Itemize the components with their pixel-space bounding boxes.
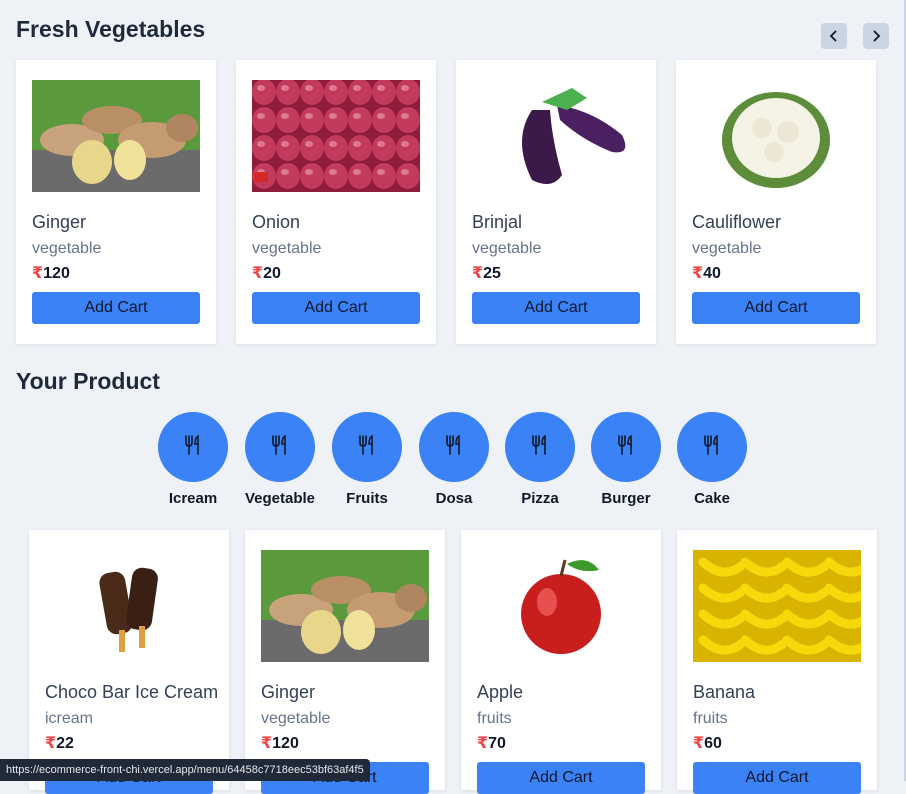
status-bar-url: https://ecommerce-front-chi.vercel.app/m… [0,759,370,781]
product-card[interactable]: Ginger vegetable ₹120 Add Cart [245,530,445,794]
product-card[interactable]: Cauliflower vegetable ₹40 Add Cart [676,60,876,344]
category-icream[interactable]: Icream [148,412,238,507]
product-name: Ginger [261,682,316,702]
product-category: vegetable [472,240,542,257]
product-category: vegetable [252,240,322,257]
product-card[interactable]: Choco Bar Ice Cream icream ₹22 Add Cart [29,530,229,794]
product-price: ₹120 [261,733,299,753]
category-circle[interactable] [505,412,575,482]
category-fruits[interactable]: Fruits [322,412,412,507]
category-label: Icream [168,490,218,507]
category-circle[interactable] [677,412,747,482]
currency-symbol: ₹ [45,735,57,752]
product-price: ₹120 [32,263,70,283]
add-cart-button[interactable]: Add Cart [472,292,640,324]
category-label: Burger [601,490,651,507]
currency-symbol: ₹ [32,265,44,282]
price-value: 40 [703,265,721,282]
currency-symbol: ₹ [472,265,484,282]
category-circle[interactable] [419,412,489,482]
product-card[interactable]: Onion vegetable ₹20 Add Cart [236,60,436,344]
product-category: vegetable [261,710,331,727]
product-image[interactable] [693,550,861,662]
product-category: fruits [477,710,512,727]
category-circle[interactable] [158,412,228,482]
category-circle[interactable] [591,412,661,482]
product-card[interactable]: Apple fruits ₹70 Add Cart [461,530,661,794]
category-label: Pizza [521,490,559,507]
category-label: Fruits [346,490,388,507]
product-image[interactable] [45,550,213,662]
product-card[interactable]: Ginger vegetable ₹120 Add Cart [16,60,216,344]
product-card[interactable]: Banana fruits ₹60 Add Cart [677,530,877,794]
product-name: Onion [252,212,301,232]
product-category: fruits [693,710,728,727]
carousel-prev-button[interactable] [821,23,847,49]
currency-symbol: ₹ [693,735,705,752]
product-name: Brinjal [472,212,523,232]
category-pizza[interactable]: Pizza [495,412,585,507]
price-value: 22 [56,735,74,752]
product-image[interactable] [252,80,420,192]
product-category: vegetable [32,240,102,257]
product-name: Choco Bar Ice Cream [45,682,219,702]
currency-symbol: ₹ [477,735,489,752]
product-name: Banana [693,682,756,702]
category-circle[interactable] [245,412,315,482]
currency-symbol: ₹ [252,265,264,282]
product-image[interactable] [692,80,860,192]
product-name: Ginger [32,212,87,232]
cutlery-icon [699,432,725,463]
category-burger[interactable]: Burger [581,412,671,507]
product-image[interactable] [472,80,640,192]
add-cart-button[interactable]: Add Cart [32,292,200,324]
cutlery-icon [180,432,206,463]
category-label: Vegetable [244,490,316,507]
add-cart-button[interactable]: Add Cart [252,292,420,324]
category-circle[interactable] [332,412,402,482]
product-name: Apple [477,682,524,702]
product-price: ₹70 [477,733,506,753]
carousel-next-button[interactable] [863,23,889,49]
product-card[interactable]: Brinjal vegetable ₹25 Add Cart [456,60,656,344]
product-price: ₹22 [45,733,74,753]
product-price: ₹40 [692,263,721,283]
category-vegetable[interactable]: Vegetable [235,412,325,507]
cutlery-icon [613,432,639,463]
product-price: ₹25 [472,263,501,283]
price-value: 25 [483,265,501,282]
cutlery-icon [354,432,380,463]
cutlery-icon [441,432,467,463]
chevron-left-icon [829,30,837,42]
price-value: 60 [704,735,722,752]
add-cart-button[interactable]: Add Cart [477,762,645,794]
product-name: Cauliflower [692,212,782,232]
price-value: 70 [488,735,506,752]
add-cart-button[interactable]: Add Cart [692,292,860,324]
your-product-title: Your Product [16,368,160,394]
category-dosa[interactable]: Dosa [409,412,499,507]
category-label: Dosa [435,490,473,507]
cutlery-icon [267,432,293,463]
price-value: 20 [263,265,281,282]
cutlery-icon [527,432,553,463]
product-category: vegetable [692,240,762,257]
product-category: icream [45,710,94,727]
currency-symbol: ₹ [692,265,704,282]
chevron-right-icon [873,30,881,42]
category-label: Cake [694,490,730,507]
category-cake[interactable]: Cake [667,412,757,507]
add-cart-button[interactable]: Add Cart [693,762,861,794]
product-price: ₹60 [693,733,722,753]
fresh-vegetables-title: Fresh Vegetables [16,16,206,42]
product-image[interactable] [477,550,645,662]
currency-symbol: ₹ [261,735,273,752]
price-value: 120 [272,735,299,752]
product-image[interactable] [32,80,200,192]
price-value: 120 [43,265,70,282]
product-image[interactable] [261,550,429,662]
product-price: ₹20 [252,263,281,283]
